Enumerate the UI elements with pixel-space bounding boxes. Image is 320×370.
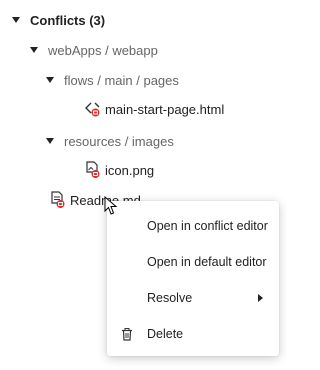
menu-item-label: Delete [147, 327, 184, 341]
tree-file-main-start-page[interactable]: main-start-page.html [85, 98, 224, 120]
menu-item-label: Resolve [147, 291, 193, 305]
tree-group-label: webApps / webapp [48, 42, 158, 58]
context-menu: Open in conflict editor Open in default … [107, 201, 279, 356]
html-conflict-icon [85, 102, 100, 117]
tree-folder-images[interactable]: resources / images [46, 130, 174, 152]
tree-file-label: main-start-page.html [105, 101, 225, 117]
tree-group-webapp[interactable]: webApps / webapp [30, 39, 158, 61]
chevron-right-icon [258, 294, 263, 302]
menu-item-open-conflict-editor[interactable]: Open in conflict editor [107, 208, 279, 244]
chevron-down-icon[interactable] [46, 77, 54, 83]
image-conflict-icon [86, 161, 100, 178]
tree-folder-label: resources / images [64, 133, 174, 149]
chevron-down-icon[interactable] [30, 47, 38, 53]
tree-folder-label: flows / main / pages [64, 72, 179, 88]
tree-root-conflicts[interactable]: Conflicts (3) [12, 9, 105, 31]
menu-item-open-default-editor[interactable]: Open in default editor [107, 244, 279, 280]
chevron-down-icon[interactable] [46, 138, 54, 144]
menu-item-label: Open in conflict editor [147, 219, 268, 233]
tree-folder-pages[interactable]: flows / main / pages [46, 69, 179, 91]
menu-item-resolve[interactable]: Resolve [107, 280, 279, 316]
chevron-down-icon[interactable] [12, 17, 20, 23]
trash-icon [122, 327, 132, 341]
menu-item-delete[interactable]: Delete [107, 316, 279, 352]
file-conflict-icon [51, 191, 65, 208]
tree-file-label: icon.png [105, 162, 155, 178]
menu-item-label: Open in default editor [147, 255, 267, 269]
tree-root-label: Conflicts (3) [30, 12, 106, 28]
tree-file-icon-png[interactable]: icon.png [85, 159, 154, 181]
mouse-cursor-icon [104, 196, 118, 215]
